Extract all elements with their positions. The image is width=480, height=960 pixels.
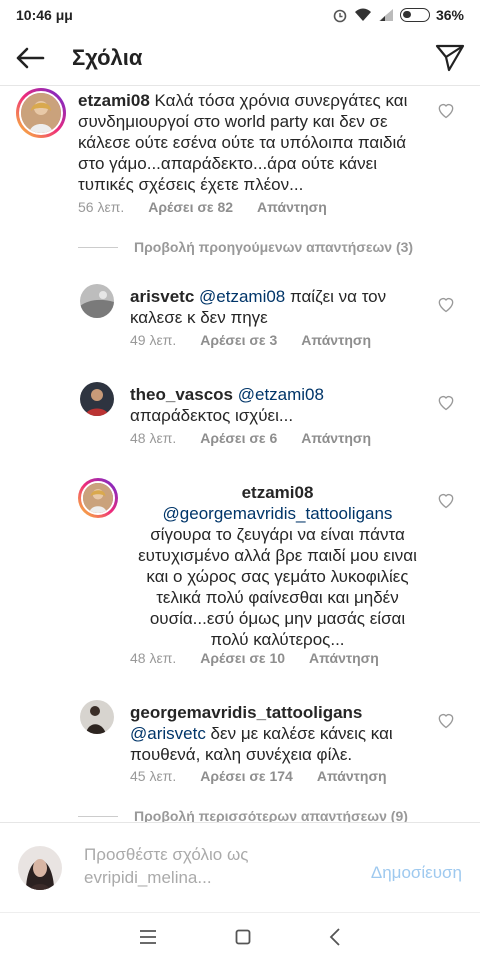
comment-input[interactable]: Προσθέστε σχόλιο ως evripidi_melina... [84,843,334,889]
comment-time: 56 λεπ. [78,199,125,215]
reply-comment: etzami08 @georgemavridis_tattooligans σί… [0,478,480,668]
status-bar: 10:46 μμ 36% [0,0,480,30]
paper-plane-icon [435,44,465,71]
direct-message-button[interactable] [422,30,478,86]
heart-icon[interactable] [436,294,456,314]
navigation-bar [0,912,480,960]
comments-list[interactable]: etzami08 Καλά τόσα χρόνια συνεργάτες και… [0,86,480,822]
reply-likes[interactable]: Αρέσει σε 6 [200,430,277,446]
reply-comment: theo_vascos @etzami08 απαράδεκτος ισχύει… [0,380,480,450]
reply-meta: 49 λεπ. Αρέσει σε 3 Απάντηση [130,332,371,348]
avatar[interactable] [80,284,114,318]
reply-likes[interactable]: Αρέσει σε 3 [200,332,277,348]
reply-text: etzami08 @georgemavridis_tattooligans σί… [130,482,425,650]
page-title: Σχόλια [72,44,143,70]
view-previous-label: Προβολή προηγούμενων απαντήσεων (3) [134,239,414,255]
reply-time: 48 λεπ. [130,650,177,666]
reply-username[interactable]: theo_vascos [130,385,233,404]
battery-icon [399,8,430,22]
mention-link[interactable]: @georgemavridis_tattooligans [163,504,393,523]
avatar[interactable] [78,478,118,518]
avatar[interactable] [80,700,114,734]
view-more-replies[interactable]: Προβολή περισσότερων απαντήσεων (9) [78,808,408,822]
status-icons: 36% [332,7,464,23]
reply-button[interactable]: Απάντηση [317,768,387,784]
avatar-photo [81,481,115,515]
avatar[interactable] [16,88,66,138]
wifi-icon [354,8,371,21]
comment: etzami08 Καλά τόσα χρόνια συνεργάτες και… [0,86,480,226]
reply-likes[interactable]: Αρέσει σε 174 [200,768,293,784]
avatar [18,846,62,890]
comment-likes[interactable]: Αρέσει σε 82 [148,199,233,215]
reply-text: theo_vascos @etzami08 απαράδεκτος ισχύει… [130,384,420,426]
view-more-label: Προβολή περισσότερων απαντήσεων (9) [134,808,408,822]
reply-text: arisvetc @etzami08 παίζει να τον καλεσε … [130,286,420,328]
reply-button[interactable]: Απάντηση [257,199,327,215]
reply-username[interactable]: etzami08 [242,483,314,502]
reply-comment: arisvetc @etzami08 παίζει να τον καλεσε … [0,282,480,352]
reply-time: 49 λεπ. [130,332,177,348]
comment-meta: 56 λεπ. Αρέσει σε 82 Απάντηση [78,199,327,215]
divider [78,815,118,817]
reply-username[interactable]: georgemavridis_tattooligans [130,703,362,722]
signal-icon [378,9,393,21]
reply-button[interactable]: Απάντηση [301,332,371,348]
square-home-icon[interactable] [235,929,251,945]
reply-body: απαράδεκτος ισχύει... [130,406,294,425]
menu-icon[interactable] [139,929,157,944]
view-previous-replies[interactable]: Προβολή προηγούμενων απαντήσεων (3) [78,239,413,255]
reply-username[interactable]: arisvetc [130,287,194,306]
avatar[interactable] [80,382,114,416]
reply-likes[interactable]: Αρέσει σε 10 [200,650,285,666]
heart-icon[interactable] [436,490,456,510]
header: Σχόλια [0,30,480,86]
reply-time: 45 λεπ. [130,768,177,784]
reply-meta: 48 λεπ. Αρέσει σε 10 Απάντηση [130,650,379,666]
reply-button[interactable]: Απάντηση [309,650,379,666]
comment-username[interactable]: etzami08 [78,91,150,110]
comment-text: etzami08 Καλά τόσα χρόνια συνεργάτες και… [78,90,423,195]
comment-composer: Προσθέστε σχόλιο ως evripidi_melina... Δ… [0,822,480,912]
mention-link[interactable]: @etzami08 [238,385,324,404]
reply-text: georgemavridis_tattooligans @arisvetc δεν… [130,702,425,765]
arrow-left-icon [16,47,45,68]
publish-button[interactable]: Δημοσίευση [371,863,462,883]
back-button[interactable] [2,30,58,86]
battery-percent: 36% [435,7,464,23]
alarm-icon [333,9,347,23]
reply-time: 48 λεπ. [130,430,177,446]
reply-body: σίγουρα το ζευγάρι να είναι πάντα ευτυχι… [138,525,417,649]
mention-link[interactable]: @arisvetc [130,724,206,743]
reply-button[interactable]: Απάντηση [301,430,371,446]
reply-meta: 45 λεπ. Αρέσει σε 174 Απάντηση [130,768,387,784]
reply-meta: 48 λεπ. Αρέσει σε 6 Απάντηση [130,430,371,446]
triangle-back-icon[interactable] [329,927,341,946]
reply-comment: georgemavridis_tattooligans @arisvetc δεν… [0,698,480,784]
mention-link[interactable]: @etzami08 [199,287,285,306]
divider [78,246,118,248]
avatar-photo [19,91,63,135]
heart-icon[interactable] [436,392,456,412]
heart-icon[interactable] [436,710,456,730]
heart-icon[interactable] [436,100,456,120]
status-time: 10:46 μμ [16,7,73,23]
